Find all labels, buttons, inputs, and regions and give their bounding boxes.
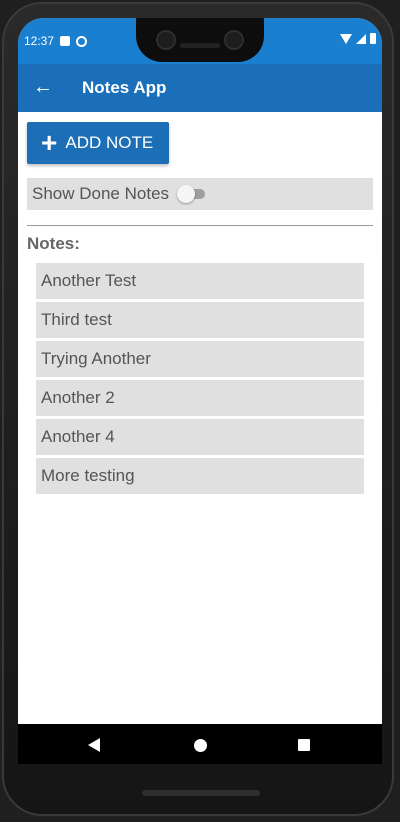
show-done-toggle[interactable] [177,185,207,203]
camera-icon [224,30,244,50]
list-item[interactable]: Another 4 [36,419,364,455]
page-title: Notes App [82,78,167,97]
camera-icon [156,30,176,50]
nav-home-icon[interactable] [194,739,207,752]
list-item[interactable]: Another Test [36,263,364,299]
list-item[interactable]: Third test [36,302,364,338]
signal-icon [356,33,366,44]
divider [27,225,373,226]
notes-list: Another Test Third test Trying Another A… [36,263,364,497]
status-right [340,33,376,44]
app-bar: ← Notes App [18,64,382,112]
status-time: 12:37 [24,34,55,48]
speaker-grille [142,790,260,796]
battery-icon [370,33,376,44]
show-done-row: Show Done Notes [27,178,373,210]
status-bar: 12:37 [18,18,382,64]
nav-back-icon[interactable] [88,738,100,752]
earpiece [180,43,220,48]
list-item[interactable]: Trying Another [36,341,364,377]
sync-icon [76,35,88,47]
list-item[interactable]: Another 2 [36,380,364,416]
status-left: 12:37 [24,34,88,48]
sd-card-icon [60,36,71,46]
show-done-label: Show Done Notes [32,184,170,203]
wifi-icon [340,33,352,44]
notes-label: Notes: [27,234,80,253]
main-content: + ADD NOTE Show Done Notes Notes: Anothe… [18,112,382,726]
back-arrow-icon[interactable]: ← [32,74,54,100]
plus-icon: + [41,127,58,158]
camera-notch [136,18,264,62]
add-note-label: ADD NOTE [65,133,154,152]
list-item[interactable]: More testing [36,458,364,494]
screen: 12:37 ← Notes App + ADD NOTE Show Done N… [18,18,382,763]
nav-recent-icon[interactable] [298,739,310,751]
system-nav-bar [18,724,382,764]
add-note-button[interactable]: + ADD NOTE [27,122,169,164]
toggle-thumb [177,185,196,203]
